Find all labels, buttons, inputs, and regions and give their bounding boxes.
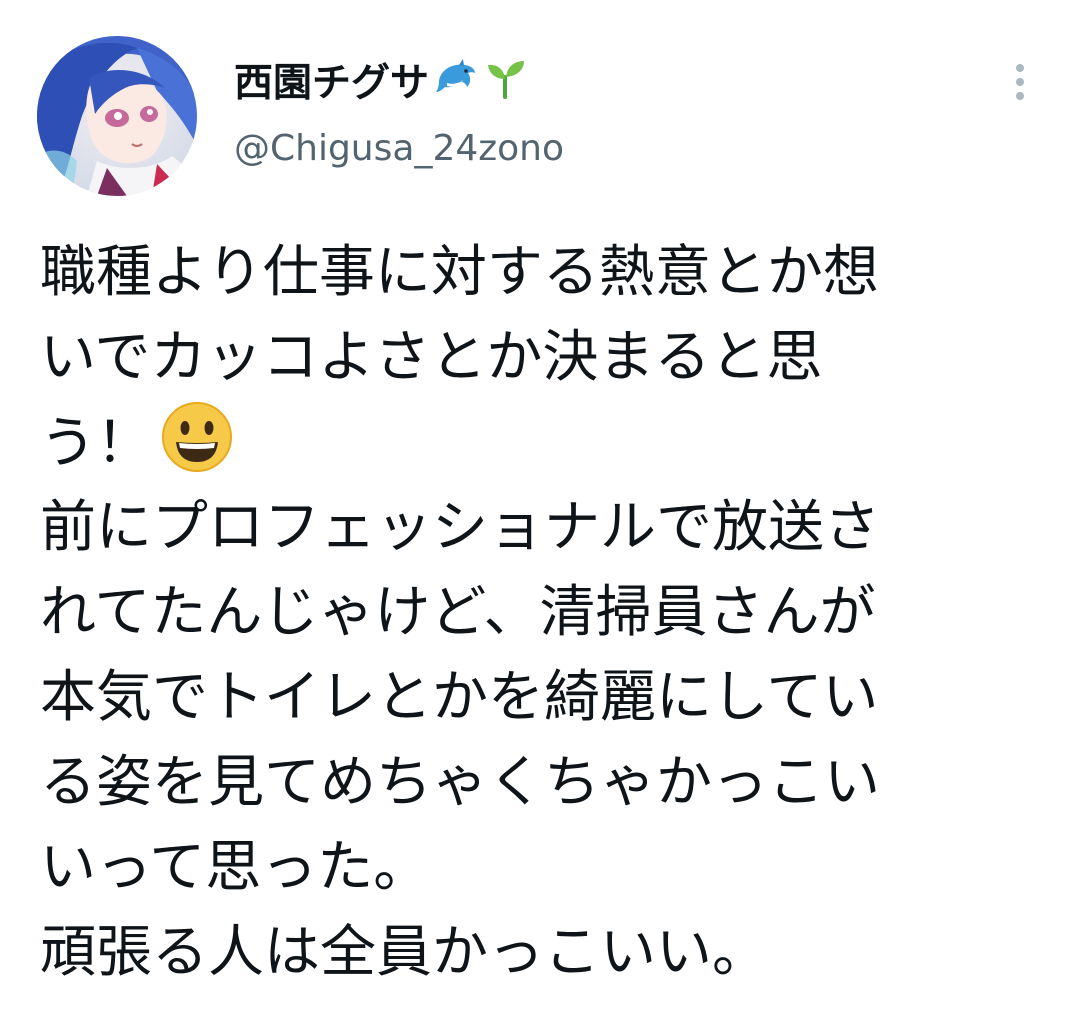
more-options-button[interactable] [1000,56,1040,106]
display-name[interactable]: 西園チグサ [234,52,429,108]
more-dot [1016,92,1024,100]
more-dot [1016,64,1024,72]
tweet-line: いって思った。 [40,835,430,900]
tweet-line: 本気でトイレとかを綺麗にしてい [40,665,879,730]
tweet-line: れてたんじゃけど、清掃員さんが [40,580,876,645]
tweet-line: 前にプロフェッショナルで放送さ [40,495,880,560]
avatar-illustration [37,36,197,196]
dolphin-icon [433,55,479,105]
more-dot [1016,78,1024,86]
avatar[interactable] [37,36,197,196]
tweet-line-with-emoji: う！ [40,400,1050,485]
tweet-text: 職種より仕事に対する熱意とか想 いでカッコよさとか決まると思 う！ 前にプロフェ… [40,230,1050,995]
seedling-icon [483,55,529,105]
tweet-line: 職種より仕事に対する熱意とか想 [40,240,879,305]
name-row: 西園チグサ [234,50,529,110]
tweet-line: 頑張る人は全員かっこいい。 [40,920,768,985]
grinning-face-icon [160,400,234,498]
tweet-line-text: う！ [40,411,152,476]
tweet-line: る姿を見てめちゃくちゃかっこい [40,750,880,815]
tweet-card: 西園チグサ @Chigusa_24zono 職種より仕事に対する熱意とか想 いで… [0,0,1080,1020]
tweet-line: いでカッコよさとか決まると思 [40,325,823,390]
user-handle[interactable]: @Chigusa_24zono [234,128,564,169]
